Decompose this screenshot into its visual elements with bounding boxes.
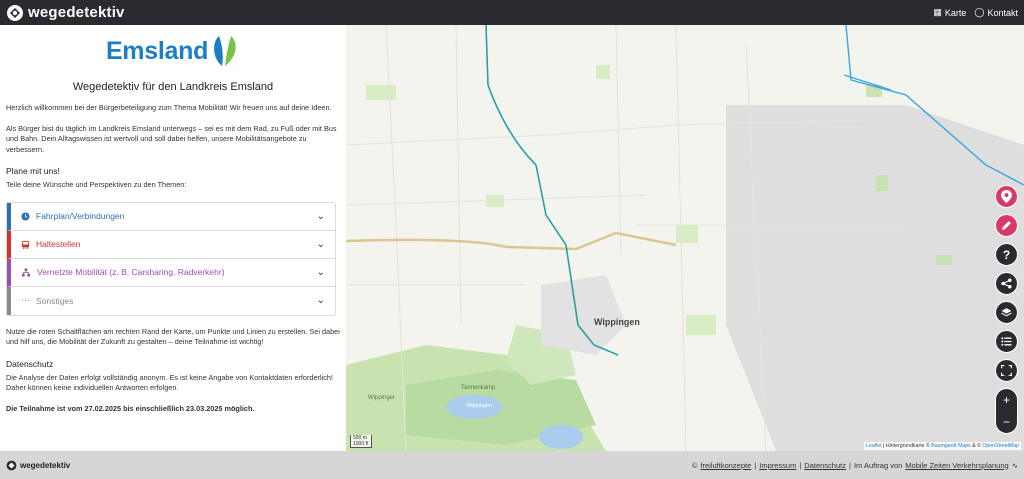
marker-icon (1001, 190, 1012, 203)
separator: | (848, 460, 851, 470)
copyright-symbol: © (691, 460, 698, 470)
plan-heading: Plane mit uns! (6, 166, 60, 176)
brand-logo[interactable]: wegedetektiv (6, 4, 125, 22)
chevron-down-icon: ⌄ (316, 295, 325, 306)
top-bar: wegedetektiv ▦ Karte ◯ Kontakt (0, 0, 1024, 25)
map-label-area: Wippinger (368, 395, 396, 401)
map-label-town: Wippingen (594, 317, 640, 327)
topic-sonstiges[interactable]: ⋯ Sonstiges ⌄ (7, 286, 335, 315)
topic-sonstiges-label: Sonstiges (36, 295, 74, 306)
zoom-in-button[interactable]: + (1003, 393, 1010, 407)
topic-vernetzte-label: Vernetzte Mobilität (z. B. Carsharing, R… (37, 267, 225, 277)
topic-accordion: Fahrplan/Verbindungen ⌄ Haltestellen ⌄ V… (6, 201, 336, 316)
map-scale: 500 m 1000 ft (350, 435, 372, 448)
chevron-down-icon: ⌄ (316, 238, 325, 250)
topic-fahrplan-label: Fahrplan/Verbindungen (36, 211, 125, 221)
chevron-down-icon: ⌄ (316, 266, 325, 278)
attribution-text: | Hintergrundkarte © (881, 443, 932, 449)
map-attribution: Leaflet | Hintergrundkarte © Baumgardt M… (864, 442, 1021, 450)
layers-icon (1001, 308, 1012, 317)
footer-links: © freiluftkonzepte | Impressum | Datensc… (692, 461, 1018, 470)
wave-icon: ∿ (1011, 460, 1018, 470)
map-label-area: Tannenkamp (461, 385, 496, 391)
footer: wegedetektiv © freiluftkonzepte | Impres… (0, 451, 1024, 479)
layers-button[interactable] (995, 301, 1018, 324)
topic-haltestellen[interactable]: Haltestellen ⌄ (7, 230, 335, 259)
detective-logo-icon (6, 460, 17, 470)
osm-link[interactable]: OpenStreetMap (982, 443, 1019, 449)
map-icon: ▦ (933, 7, 942, 17)
share-icon (1001, 278, 1012, 289)
chevron-down-icon: ⌄ (316, 210, 325, 222)
zoom-control: + − (995, 388, 1018, 434)
privacy-heading: Datenschutz (6, 358, 54, 369)
top-nav: ▦ Karte ◯ Kontakt (933, 7, 1018, 18)
instructions-text: Nutze die roten Schaltflächen am rechten… (6, 326, 340, 347)
dots-icon: ⋯ (21, 295, 30, 305)
separator: | (799, 460, 802, 470)
map-tiles (346, 25, 1024, 451)
emsland-logo-text: Emsland (105, 36, 209, 65)
footer-brand-name: wegedetektiv (20, 460, 71, 470)
attribution-text: & © (970, 443, 983, 449)
list-icon (1001, 337, 1012, 346)
help-button[interactable]: ? (995, 243, 1018, 266)
footer-brand[interactable]: wegedetektiv (6, 460, 70, 471)
fullscreen-button[interactable] (995, 359, 1018, 382)
fullscreen-icon (1001, 365, 1012, 376)
detective-logo-icon (7, 4, 23, 21)
map-view[interactable]: Wippingen Tannenkamp Wippinger Wippingen… (346, 25, 1024, 451)
map-controls: ? + − (995, 185, 1018, 434)
sidebar: Emsland Wegedetektiv für den Landkreis E… (0, 25, 346, 451)
topic-fahrplan[interactable]: Fahrplan/Verbindungen ⌄ (7, 202, 335, 231)
intro-text-2: Als Bürger bist du täglich im Landkreis … (6, 123, 337, 154)
participation-period: Die Teilnahme ist vom 27.02.2025 bis ein… (6, 403, 255, 413)
zoom-out-button[interactable]: − (1003, 415, 1010, 429)
scale-imperial: 1000 ft (353, 441, 369, 447)
separator: | (754, 460, 757, 470)
topic-haltestellen-label: Haltestellen (36, 239, 81, 249)
draw-line-button[interactable] (995, 214, 1018, 237)
intro-text: Herzlich willkommen bei der Bürgerbeteil… (6, 103, 332, 112)
page-title: Wegedetektiv für den Landkreis Emsland (72, 81, 274, 93)
pencil-icon (1002, 221, 1011, 230)
nav-kontakt-label: Kontakt (987, 7, 1018, 18)
commission-text: Im Auftrag von (853, 460, 903, 470)
nav-karte[interactable]: ▦ Karte (933, 7, 966, 18)
speech-bubble-icon: ◯ (974, 7, 985, 17)
network-icon (21, 267, 31, 277)
impressum-link[interactable]: Impressum (759, 461, 796, 470)
leaflet-link[interactable]: Leaflet (866, 443, 882, 449)
map-label-lake: Wippingen (466, 403, 492, 409)
nav-kontakt[interactable]: ◯ Kontakt (974, 7, 1018, 18)
mobile-zeiten-link[interactable]: Mobile Zeiten Verkehrsplanung (905, 461, 1008, 470)
freiluftkonzepte-link[interactable]: freiluftkonzepte (700, 461, 751, 470)
datenschutz-link[interactable]: Datenschutz (804, 461, 846, 470)
clock-icon (21, 211, 30, 221)
leaf-logo-icon (214, 36, 236, 66)
list-button[interactable] (995, 330, 1018, 353)
topic-vernetzte-mobilitaet[interactable]: Vernetzte Mobilität (z. B. Carsharing, R… (7, 258, 335, 287)
nav-karte-label: Karte (944, 7, 967, 18)
bus-icon (21, 240, 30, 249)
privacy-text: Die Analyse der Daten erfolgt vollständi… (6, 372, 333, 393)
add-point-button[interactable] (995, 185, 1018, 208)
help-icon: ? (1002, 247, 1011, 262)
brand-name: wegedetektiv (28, 4, 125, 21)
baumgardt-link[interactable]: Baumgardt Maps (931, 443, 971, 449)
plan-subtext: Teile deine Wünsche und Perspektiven zu … (6, 180, 187, 189)
share-button[interactable] (995, 272, 1018, 295)
emsland-logo: Emsland (6, 33, 340, 69)
